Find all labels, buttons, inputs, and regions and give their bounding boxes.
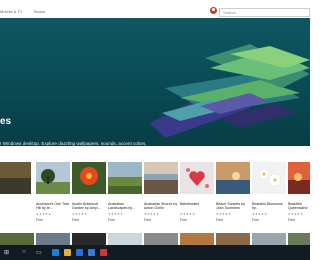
card-title: Australian Landscapes by...	[108, 202, 135, 211]
card-thumbnail	[36, 162, 70, 194]
rating-stars: ★★★★★	[72, 212, 88, 216]
mail-icon[interactable]	[88, 249, 95, 256]
red-app-icon[interactable]	[100, 249, 107, 256]
rating-stars: ★★★★★	[252, 212, 268, 216]
search-icon[interactable]: ○	[22, 249, 26, 255]
card-thumbnail	[216, 162, 250, 194]
theme-card[interactable]: Beautiful Blossoms by... ★★★★★ Free	[252, 162, 286, 222]
card-thumbnail	[72, 162, 106, 194]
card-thumbnail[interactable]	[0, 233, 34, 245]
price-label: Free	[108, 218, 115, 222]
price-label: Free	[252, 218, 259, 222]
price-label: Free	[144, 218, 151, 222]
theme-card[interactable]: Austin Botanical Garden by Amyl... ★★★★★…	[72, 162, 106, 222]
folder-icon[interactable]	[64, 249, 71, 256]
card-title: Australian Shores by Anton Gorlin	[144, 202, 178, 211]
hero-banner[interactable]: es r Windows desktop. Explore dazzling w…	[0, 18, 310, 146]
rating-stars: ★★★★★	[108, 212, 124, 216]
theme-card[interactable]: Australian Shores by Anton Gorlin ★★★★★ …	[144, 162, 178, 222]
card-thumbnail[interactable]	[36, 233, 70, 245]
rating-stars: ★★★★★	[36, 212, 52, 216]
theme-card[interactable]: Australian Landscapes by... ★★★★★ Free	[108, 162, 142, 222]
card-title: Beautiful Queensland by...	[288, 202, 308, 211]
rating-stars: ★★★★★	[144, 212, 160, 216]
user-avatar-icon[interactable]	[210, 7, 217, 14]
card-title: Auckland's One Tree Hill by te...	[36, 202, 70, 211]
rating-stars: ★★★★★	[180, 212, 196, 216]
price-label: Free	[36, 218, 43, 222]
price-label: Free	[288, 218, 295, 222]
theme-card[interactable]: Beautiful Queensland by... ★★★★★ Free	[288, 162, 310, 222]
card-thumbnail	[252, 162, 286, 194]
card-thumbnail	[180, 162, 214, 194]
card-thumbnail[interactable]	[144, 233, 178, 245]
second-row-thumbnails	[0, 233, 310, 245]
theme-card[interactable]: Auckland's One Tree Hill by te... ★★★★★ …	[36, 162, 70, 222]
rating-stars: ★★★★★	[288, 212, 304, 216]
card-thumbnail	[144, 162, 178, 194]
price-label: Free	[72, 218, 79, 222]
card-title: Babelhearts	[180, 202, 200, 206]
theme-cards-row: Auckland's One Tree Hill by te... ★★★★★ …	[0, 162, 310, 222]
search-input[interactable]: Search	[219, 8, 310, 17]
card-thumbnail[interactable]	[216, 233, 250, 245]
theme-card[interactable]: Babelhearts ★★★★★ Free	[180, 162, 214, 222]
card-thumbnail	[108, 162, 142, 194]
card-thumbnail[interactable]	[288, 233, 310, 245]
windows-icon[interactable]: ⊞	[4, 249, 9, 256]
edge-icon[interactable]	[52, 249, 59, 256]
rating-stars: ★★★★★	[216, 212, 232, 216]
nav-books[interactable]: Books	[34, 9, 45, 14]
card-thumbnail[interactable]	[180, 233, 214, 245]
hero-description: r Windows desktop. Explore dazzling wall…	[0, 141, 147, 146]
card-thumbnail[interactable]	[72, 233, 106, 245]
nav-movies-tv[interactable]: Movies & TV	[0, 9, 23, 14]
top-nav-bar: Movies & TV Books Search	[0, 0, 310, 18]
card-title: Beautiful Blossoms by...	[252, 202, 283, 211]
price-label: Free	[180, 218, 187, 222]
card-title	[0, 202, 31, 211]
theme-card[interactable]: Beach Sunsets by Josh Sommers ★★★★★ Free	[216, 162, 250, 222]
card-title: Austin Botanical Garden by Amyl...	[72, 202, 101, 211]
task-view-icon[interactable]: ▭	[36, 249, 42, 256]
store-icon[interactable]	[76, 249, 83, 256]
card-thumbnail	[288, 162, 310, 194]
windows-taskbar: ⊞ ○ ▭	[0, 245, 310, 260]
card-thumbnail[interactable]	[252, 233, 286, 245]
price-label: Free	[216, 218, 223, 222]
card-title: Beach Sunsets by Josh Sommers	[216, 202, 245, 211]
theme-card[interactable]	[0, 162, 31, 211]
card-thumbnail[interactable]	[108, 233, 142, 245]
hero-wallpaper-panels	[150, 44, 310, 138]
card-thumbnail	[0, 162, 31, 194]
hero-title: es	[0, 116, 12, 127]
